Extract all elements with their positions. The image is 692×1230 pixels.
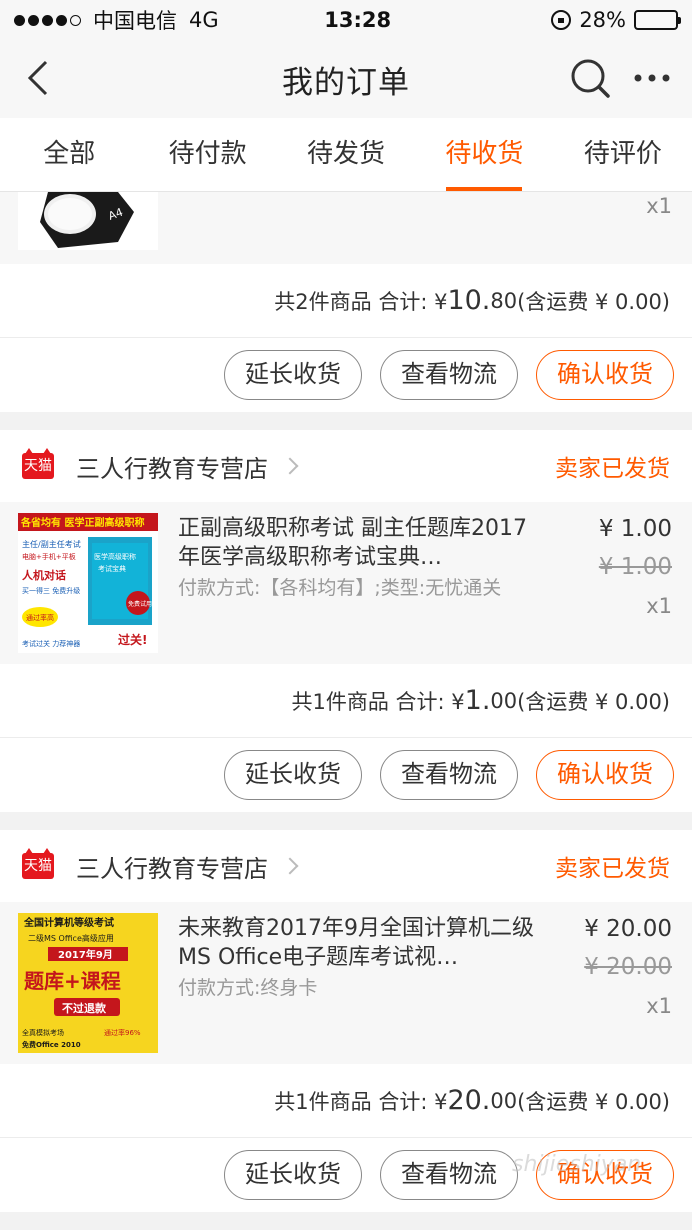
tab-pending-receipt[interactable]: 待收货 xyxy=(415,118,553,191)
view-logistics-button[interactable]: 查看物流 xyxy=(380,350,518,400)
summary-shipping: (含运费 ¥ 0.00) xyxy=(517,289,670,314)
thumb-line: 通过率96% xyxy=(104,1028,141,1037)
network-label: 4G xyxy=(189,8,219,32)
shop-name[interactable]: 三人行教育专营店 xyxy=(76,849,268,884)
shop-header[interactable]: 天猫 三人行教育专营店 卖家已发货 xyxy=(0,830,692,902)
thumb-line: 2017年9月 xyxy=(58,948,113,961)
order-actions: 延长收货 查看物流 确认收货 xyxy=(0,338,692,412)
quantity: x1 xyxy=(646,194,672,218)
thumb-line: 过关! xyxy=(118,632,147,647)
thumb-line: 电脑+手机+平板 xyxy=(22,552,76,561)
thumb-line: 主任/副主任考试 xyxy=(22,539,81,549)
summary-total-minor: 00 xyxy=(490,688,518,713)
thumb-box-text: 免费试用 xyxy=(128,600,152,608)
summary-count: 共1件商品 合计: ¥ xyxy=(274,1089,448,1114)
quantity: x1 xyxy=(646,994,672,1018)
summary-count: 共2件商品 合计: ¥ xyxy=(274,289,448,314)
confirm-receipt-button[interactable]: 确认收货 xyxy=(536,350,674,400)
product-spec: 付款方式:终身卡 xyxy=(178,977,318,999)
product-original-price: ¥ 1.00 xyxy=(598,554,672,580)
view-logistics-button[interactable]: 查看物流 xyxy=(380,750,518,800)
summary-shipping: (含运费 ¥ 0.00) xyxy=(517,1089,670,1114)
shop-name[interactable]: 三人行教育专营店 xyxy=(76,449,268,484)
thumb-line: 考试过关 力荐神器 xyxy=(22,639,80,648)
thumb-box-text: 医学高级职称 xyxy=(94,552,136,561)
order-actions: 延长收货 查看物流 确认收货 xyxy=(0,738,692,812)
tab-pending-review[interactable]: 待评价 xyxy=(554,118,692,191)
thumb-line: 不过退款 xyxy=(62,1001,107,1015)
product-price: ¥ 20.00 xyxy=(584,916,672,942)
summary-total-minor: 00 xyxy=(490,1088,518,1113)
thumb-line: 二级MS Office高级应用 xyxy=(28,933,114,943)
tab-all[interactable]: 全部 xyxy=(0,118,138,191)
summary-total-minor: 80 xyxy=(490,288,518,313)
order-list: A4 x1 共2件商品 合计: ¥ 10. 80 (含运费 ¥ 0.00) 延长… xyxy=(0,192,692,1230)
product-original-price: ¥ 20.00 xyxy=(584,954,672,980)
more-dots-icon[interactable] xyxy=(632,66,672,90)
product-thumbnail: A4 xyxy=(18,192,158,250)
quantity: x1 xyxy=(646,594,672,618)
tmall-icon: 天猫 xyxy=(22,848,54,879)
thumb-line: 全国计算机等级考试 xyxy=(23,916,114,929)
product-thumbnail: 各省均有 医学正副高级职称 主任/副主任考试 电脑+手机+平板 人机对话 买一得… xyxy=(18,513,158,653)
summary-total-major: 1. xyxy=(464,685,491,716)
order-status: 卖家已发货 xyxy=(555,456,670,482)
chevron-right-icon xyxy=(281,857,299,875)
carrier-label: 中国电信 xyxy=(93,9,177,33)
thumb-line: 通过率高 xyxy=(26,613,54,622)
search-icon[interactable] xyxy=(568,56,612,100)
product-price: ¥ 1.00 xyxy=(598,516,672,542)
product-row[interactable]: 各省均有 医学正副高级职称 主任/副主任考试 电脑+手机+平板 人机对话 买一得… xyxy=(0,502,692,664)
order-summary: 共2件商品 合计: ¥ 10. 80 (含运费 ¥ 0.00) xyxy=(0,264,692,338)
order-card: A4 x1 共2件商品 合计: ¥ 10. 80 (含运费 ¥ 0.00) 延长… xyxy=(0,192,692,412)
product-title[interactable]: 未来教育2017年9月全国计算机二级MS Office电子题库考试视… xyxy=(178,914,538,972)
signal-strength-icon xyxy=(14,14,81,26)
order-status: 卖家已发货 xyxy=(555,856,670,882)
tmall-icon: 天猫 xyxy=(22,448,54,479)
thumb-line: 全真模拟考场 xyxy=(22,1028,64,1037)
shop-header[interactable]: 天猫 三人行教育专营店 卖家已发货 xyxy=(0,430,692,502)
tab-pending-payment[interactable]: 待付款 xyxy=(138,118,276,191)
summary-shipping: (含运费 ¥ 0.00) xyxy=(517,689,670,714)
thumb-banner-text: 各省均有 医学正副高级职称 xyxy=(20,516,144,529)
product-title[interactable]: 正副高级职称考试 副主任题库2017年医学高级职称考试宝典… xyxy=(178,514,538,572)
thumb-line: 人机对话 xyxy=(22,568,66,582)
product-spec: 付款方式:【各科均有】;类型:无忧通关 xyxy=(178,577,502,599)
battery-percent: 28% xyxy=(579,8,626,32)
status-bar: 中国电信 4G 13:28 28% xyxy=(0,0,692,40)
order-tabs: 全部 待付款 待发货 待收货 待评价 xyxy=(0,118,692,192)
watermark: shijieshiyan xyxy=(512,1152,642,1177)
battery-icon xyxy=(634,10,681,30)
order-summary: 共1件商品 合计: ¥ 20. 00 (含运费 ¥ 0.00) xyxy=(0,1064,692,1138)
rotation-lock-icon xyxy=(551,10,572,30)
product-row[interactable]: A4 x1 xyxy=(0,192,692,264)
order-summary: 共1件商品 合计: ¥ 1. 00 (含运费 ¥ 0.00) xyxy=(0,664,692,738)
product-thumbnail: 全国计算机等级考试 二级MS Office高级应用 2017年9月 题库+课程 … xyxy=(18,913,158,1053)
tab-pending-shipment[interactable]: 待发货 xyxy=(277,118,415,191)
clock: 13:28 xyxy=(324,8,392,32)
thumb-line: 买一得三 免费升级 xyxy=(22,586,80,595)
thumb-line: 题库+课程 xyxy=(24,969,121,993)
confirm-receipt-button[interactable]: 确认收货 xyxy=(536,750,674,800)
summary-count: 共1件商品 合计: ¥ xyxy=(291,689,465,714)
thumb-line: 免费Office 2010 xyxy=(22,1040,81,1049)
back-chevron-icon[interactable] xyxy=(26,58,56,98)
page-title: 我的订单 xyxy=(282,64,410,101)
nav-bar: 我的订单 xyxy=(0,40,692,118)
extend-receipt-button[interactable]: 延长收货 xyxy=(224,1150,362,1200)
extend-receipt-button[interactable]: 延长收货 xyxy=(224,350,362,400)
order-card: 天猫 三人行教育专营店 卖家已发货 各省均有 医学正副高级职称 主任/副主任考试… xyxy=(0,430,692,812)
product-row[interactable]: 全国计算机等级考试 二级MS Office高级应用 2017年9月 题库+课程 … xyxy=(0,902,692,1064)
thumb-box-text: 考试宝典 xyxy=(98,564,126,573)
summary-total-major: 10. xyxy=(447,285,491,316)
extend-receipt-button[interactable]: 延长收货 xyxy=(224,750,362,800)
summary-total-major: 20. xyxy=(447,1085,491,1116)
chevron-right-icon xyxy=(281,457,299,475)
view-logistics-button[interactable]: 查看物流 xyxy=(380,1150,518,1200)
